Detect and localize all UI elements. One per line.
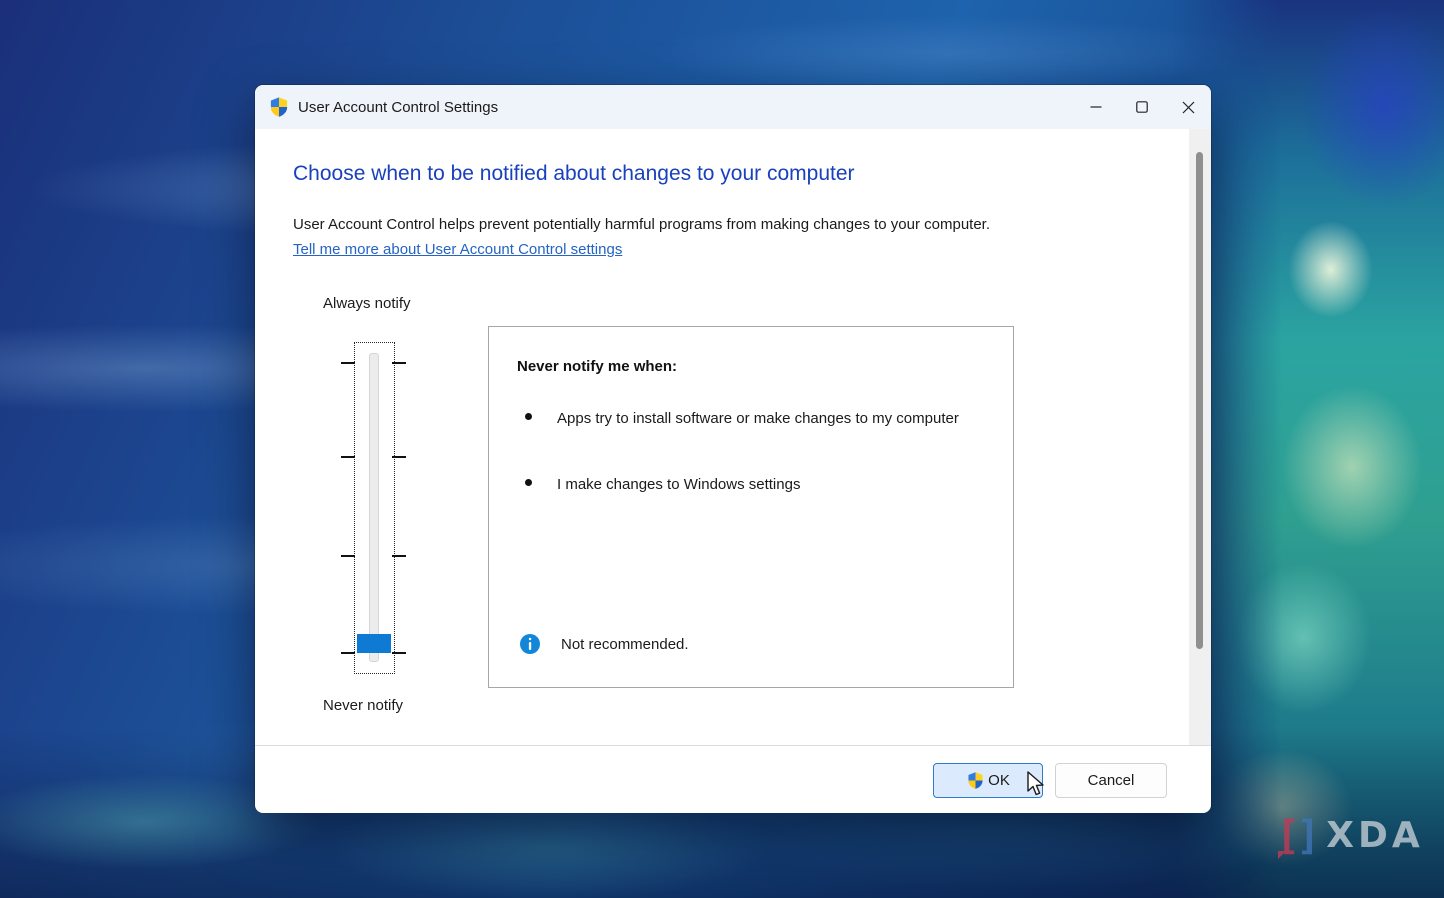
slider-tick: [392, 362, 406, 364]
uac-level-slider-track[interactable]: [369, 353, 379, 662]
vertical-scrollbar[interactable]: [1189, 129, 1211, 745]
caption-buttons: [1073, 85, 1211, 129]
uac-shield-icon: [968, 772, 983, 789]
page-title: Choose when to be notified about changes…: [293, 162, 855, 185]
watermark-bubble-tail: [1278, 851, 1286, 859]
window-content: Choose when to be notified about changes…: [255, 129, 1211, 745]
page-description: User Account Control helps prevent poten…: [293, 216, 991, 233]
slider-bottom-label: Never notify: [323, 697, 404, 714]
slider-tick: [341, 456, 355, 458]
slider-tick: [341, 555, 355, 557]
close-button[interactable]: [1165, 85, 1211, 129]
slider-tick: [392, 456, 406, 458]
slider-top-label: Always notify: [323, 295, 411, 312]
scrollbar-thumb[interactable]: [1196, 152, 1203, 649]
slider-tick: [392, 652, 406, 654]
uac-level-slider-thumb[interactable]: [357, 634, 391, 653]
uac-shield-icon: [270, 97, 288, 117]
minimize-button[interactable]: [1073, 85, 1119, 129]
dialog-footer: OK Cancel: [255, 745, 1211, 813]
slider-tick: [341, 362, 355, 364]
titlebar[interactable]: User Account Control Settings: [255, 85, 1211, 129]
cancel-button[interactable]: Cancel: [1055, 763, 1167, 798]
list-item: I make changes to Windows settings: [525, 472, 800, 497]
watermark-right-bracket: ]: [1296, 812, 1321, 859]
learn-more-link[interactable]: Tell me more about User Account Control …: [293, 241, 622, 258]
xda-watermark: [ ] XDA: [1276, 812, 1424, 859]
bullet-icon: [525, 413, 532, 420]
watermark-text: XDA: [1326, 815, 1424, 856]
slider-tick: [392, 555, 406, 557]
maximize-button[interactable]: [1119, 85, 1165, 129]
bullet-icon: [525, 479, 532, 486]
recommendation-note: Not recommended.: [519, 633, 689, 655]
note-text: Not recommended.: [561, 635, 689, 653]
cancel-button-label: Cancel: [1087, 772, 1135, 789]
panel-heading: Never notify me when:: [517, 358, 678, 375]
level-description-panel: Never notify me when: Apps try to instal…: [488, 326, 1014, 688]
bullet-text: Apps try to install software or make cha…: [557, 410, 959, 427]
desktop-water-caustics: [1174, 0, 1444, 898]
list-item: Apps try to install software or make cha…: [525, 406, 959, 431]
maximize-icon: [1136, 101, 1148, 113]
slider-tick: [341, 652, 355, 654]
close-icon: [1182, 101, 1194, 113]
uac-settings-window: User Account Control Settings Choose whe…: [255, 85, 1211, 813]
window-title: User Account Control Settings: [298, 98, 499, 116]
info-icon: [520, 634, 540, 654]
bullet-text: I make changes to Windows settings: [557, 476, 801, 493]
minimize-icon: [1090, 106, 1102, 108]
ok-button-label: OK: [988, 772, 1010, 789]
ok-button[interactable]: OK: [933, 763, 1043, 798]
